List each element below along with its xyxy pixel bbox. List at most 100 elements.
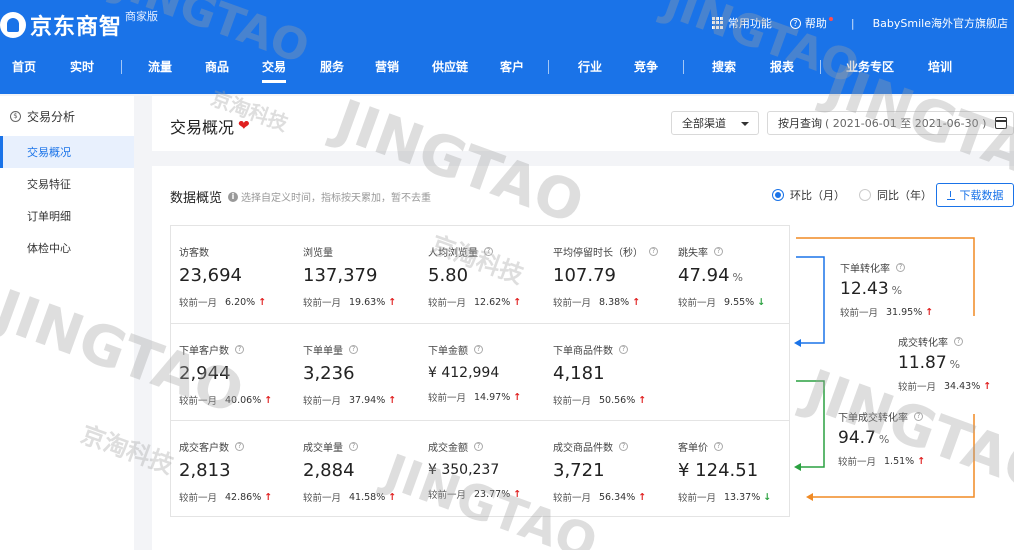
help-question-icon[interactable]: ?	[349, 345, 358, 354]
arrow-up-icon: ↑	[264, 394, 273, 406]
info-icon: i	[228, 191, 239, 202]
arrow-down-icon: ↓	[757, 296, 766, 308]
date-range-value: ( 2021-06-01 至 2021-06-30 )	[825, 117, 987, 130]
arrow-up-icon: ↑	[388, 394, 397, 406]
sidebar-item-order-details[interactable]: 订单明细	[0, 200, 134, 232]
metric-value-text: 5.80	[428, 265, 469, 286]
metric-card[interactable]: 平均停留时长（秒）? 107.79 较前一月 8.38% ↑	[553, 244, 673, 309]
compare-label: 较前一月	[678, 493, 717, 504]
nav-item-13[interactable]: 业务专区	[846, 58, 894, 75]
funnel-label-text: 成交转化率	[898, 338, 948, 349]
funnel-metric[interactable]: 成交转化率? 11.87% 较前一月 34.43% ↑	[898, 334, 991, 393]
compare-percent: 9.55%	[724, 296, 755, 308]
funnel-value-text: 94.7	[838, 428, 876, 448]
metric-card[interactable]: 客单价? ¥ 124.51 较前一月 13.37% ↓	[678, 439, 798, 504]
arrow-up-icon: ↑	[983, 380, 992, 392]
funnel-metric[interactable]: 下单成交转化率? 94.7% 较前一月 1.51% ↑	[838, 409, 925, 468]
top-header: 京东商智 商家版 常用功能 ? 帮助 | BabySmile海外官方旗舰店 首页…	[0, 0, 1014, 94]
nav-item-10[interactable]: 竞争	[634, 58, 658, 75]
nav-item-0[interactable]: 首页	[12, 58, 36, 75]
metric-card[interactable]: 成交客户数? 2,813 较前一月 42.86% ↑	[179, 439, 299, 504]
logo-subtitle: 商家版	[125, 10, 158, 23]
help-question-icon[interactable]: ?	[235, 442, 244, 451]
help-question-icon[interactable]: ?	[954, 337, 963, 346]
arrow-up-icon: ↑	[638, 394, 647, 406]
help-question-icon[interactable]: ?	[649, 247, 658, 256]
help-button[interactable]: ? 帮助	[789, 15, 833, 31]
nav-item-11[interactable]: 搜索	[712, 58, 736, 75]
shop-name[interactable]: BabySmile海外官方旗舰店	[873, 15, 1008, 31]
help-question-icon[interactable]: ?	[619, 345, 628, 354]
nav-item-9[interactable]: 行业	[578, 58, 602, 75]
help-question-icon[interactable]: ?	[235, 345, 244, 354]
metric-card[interactable]: 跳失率? 47.94% 较前一月 9.55% ↓	[678, 244, 798, 309]
metric-card[interactable]: 下单单量? 3,236 较前一月 37.94% ↑	[303, 342, 423, 407]
metric-value: 23,694	[179, 265, 299, 286]
download-data-button[interactable]: 下载数据	[936, 183, 1014, 207]
calendar-icon	[995, 117, 1007, 129]
help-question-icon[interactable]: ?	[474, 442, 483, 451]
nav-item-7[interactable]: 供应链	[432, 58, 468, 75]
metric-card[interactable]: 人均浏览量? 5.80 较前一月 12.62% ↑	[428, 244, 548, 309]
help-question-icon[interactable]: ?	[349, 442, 358, 451]
logo[interactable]: 京东商智	[0, 8, 122, 42]
sidebar-item-trade-features[interactable]: 交易特征	[0, 168, 134, 200]
radio-yoy[interactable]	[859, 189, 871, 201]
compare-label: 较前一月	[840, 308, 879, 319]
metric-value: 2,813	[179, 460, 299, 481]
compare-percent: 50.56%	[599, 394, 636, 406]
metric-card[interactable]: 下单金额? ¥ 412,994 较前一月 14.97% ↑	[428, 342, 548, 404]
metric-card[interactable]: 下单商品件数? 4,181 较前一月 50.56% ↑	[553, 342, 673, 407]
nav-item-1[interactable]: 实时	[70, 58, 94, 75]
help-question-icon[interactable]: ?	[714, 247, 723, 256]
compare-percent: 19.63%	[349, 296, 386, 308]
nav-item-14[interactable]: 培训	[928, 58, 952, 75]
metric-card[interactable]: 成交商品件数? 3,721 较前一月 56.34% ↑	[553, 439, 673, 504]
metric-card[interactable]: 成交金额? ¥ 350,237 较前一月 23.77% ↑	[428, 439, 548, 501]
channel-select[interactable]: 全部渠道	[671, 111, 759, 135]
metric-card[interactable]: 成交单量? 2,884 较前一月 41.58% ↑	[303, 439, 423, 504]
nav-item-3[interactable]: 商品	[205, 58, 229, 75]
metric-value: 107.79	[553, 265, 673, 286]
metric-card[interactable]: 访客数 23,694 较前一月 6.20% ↑	[179, 244, 299, 309]
sidebar-item-trade-overview[interactable]: 交易概况	[0, 136, 134, 168]
compare-mode-radios: 环比（月） 同比（年）	[772, 187, 946, 203]
help-question-icon[interactable]: ?	[484, 247, 493, 256]
favorite-heart-icon[interactable]: ❤	[238, 118, 250, 134]
nav-item-12[interactable]: 报表	[770, 58, 794, 75]
help-question-icon[interactable]: ?	[914, 412, 923, 421]
metric-label-text: 客单价	[678, 443, 708, 454]
metric-card[interactable]: 下单客户数? 2,944 较前一月 40.06% ↑	[179, 342, 299, 407]
funnel-compare: 较前一月 1.51% ↑	[838, 454, 925, 469]
metric-label-text: 访客数	[179, 248, 209, 259]
funnel-metric[interactable]: 下单转化率? 12.43% 较前一月 31.95% ↑	[840, 260, 933, 319]
funnel-unit: %	[878, 433, 890, 446]
nav-item-8[interactable]: 客户	[500, 58, 524, 75]
nav-item-4[interactable]: 交易	[262, 58, 287, 83]
help-label: 帮助	[804, 17, 827, 30]
sidebar-item-health-check[interactable]: 体检中心	[0, 232, 134, 264]
metric-value: 47.94%	[678, 265, 798, 286]
help-question-icon[interactable]: ?	[619, 442, 628, 451]
metric-compare: 较前一月 9.55% ↓	[678, 295, 798, 310]
compare-percent: 23.77%	[474, 488, 511, 500]
common-functions-button[interactable]: 常用功能	[711, 15, 772, 31]
metric-card[interactable]: 浏览量 137,379 较前一月 19.63% ↑	[303, 244, 423, 309]
sidebar-heading-label: 交易分析	[27, 109, 76, 124]
date-range-picker[interactable]: 按月查询 ( 2021-06-01 至 2021-06-30 )	[767, 111, 1014, 135]
help-question-icon[interactable]: ?	[714, 442, 723, 451]
common-functions-label: 常用功能	[727, 17, 772, 30]
radio-yoy-label[interactable]: 同比（年）	[877, 187, 932, 203]
help-question-icon[interactable]: ?	[896, 263, 905, 272]
nav-item-2[interactable]: 流量	[148, 58, 172, 75]
nav-item-6[interactable]: 营销	[375, 58, 399, 75]
radio-mom[interactable]	[772, 189, 784, 201]
metric-label: 下单客户数?	[179, 342, 299, 357]
funnel-blue-arrowhead	[794, 339, 801, 347]
metric-compare: 较前一月 37.94% ↑	[303, 393, 423, 408]
sidebar-heading[interactable]: $ 交易分析	[0, 96, 134, 136]
help-question-icon[interactable]: ?	[474, 345, 483, 354]
radio-mom-label[interactable]: 环比（月）	[790, 187, 845, 203]
compare-label: 较前一月	[553, 298, 592, 309]
nav-item-5[interactable]: 服务	[320, 58, 344, 75]
